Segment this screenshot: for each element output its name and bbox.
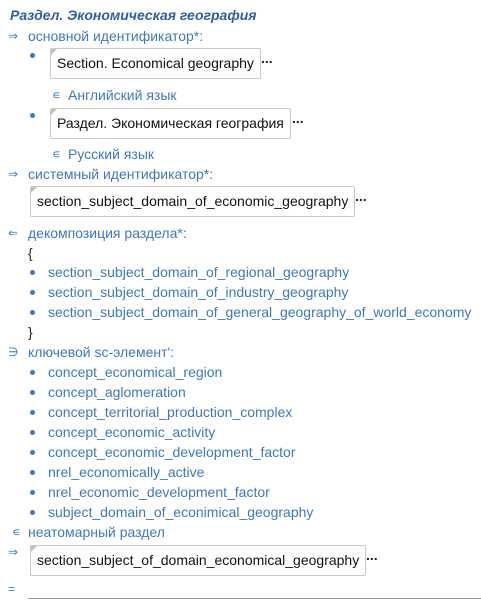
key-element-item[interactable]: subject_domain_of_econimical_geography [48, 504, 313, 520]
relation-arrow-icon: ⇒ [8, 545, 19, 559]
bullet-icon [30, 270, 35, 275]
non-atomic-section-link[interactable]: неатомарный раздел [28, 524, 165, 540]
bullet-icon [30, 113, 35, 118]
key-element-item[interactable]: nrel_economically_active [48, 464, 204, 480]
identifier-value-ru[interactable]: Раздел. Экономическая география [50, 108, 291, 139]
identifier-value-en[interactable]: Section. Economical geography [50, 48, 261, 79]
relation-arrow-icon: ⇒ [8, 29, 19, 43]
more-button[interactable]: ... [355, 188, 367, 204]
decomposition-label[interactable]: декомпозиция раздела*: [28, 225, 187, 241]
bullet-icon [30, 310, 35, 315]
bullet-icon [30, 370, 35, 375]
bullet-icon [30, 390, 35, 395]
decomposition-item[interactable]: section_subject_domain_of_general_geogra… [48, 304, 471, 320]
decomposition-item[interactable]: section_subject_domain_of_regional_geogr… [48, 264, 349, 280]
parent-section-value[interactable]: section_subject_of_domain_economical_geo… [30, 545, 367, 576]
key-element-item[interactable]: concept_aglomeration [48, 384, 186, 400]
bullet-icon [30, 53, 35, 58]
membership-icon: ∊ [52, 88, 61, 102]
key-element-item[interactable]: concept_economic_activity [48, 424, 215, 440]
open-brace: { [28, 245, 33, 261]
bullet-icon [30, 410, 35, 415]
decomposition-item[interactable]: section_subject_domain_of_industry_geogr… [48, 284, 348, 300]
bullet-icon [30, 490, 35, 495]
membership-icon: ∊ [52, 147, 61, 161]
key-element-label[interactable]: ключевой sc-элемент': [28, 344, 174, 360]
key-element-item[interactable]: concept_economical_region [48, 364, 222, 380]
bullet-icon [30, 470, 35, 475]
relation-arrow-left-icon: ⇐ [8, 226, 19, 240]
system-identifier-value[interactable]: section_subject_domain_of_economic_geogr… [30, 186, 356, 217]
bullet-icon [30, 450, 35, 455]
close-brace: } [28, 324, 33, 340]
bullet-icon [30, 430, 35, 435]
key-element-item[interactable]: nrel_economic_development_factor [48, 484, 270, 500]
main-identifier-label[interactable]: основной идентификатор*: [28, 28, 203, 44]
membership-icon: ∊ [12, 525, 21, 539]
divider [28, 598, 481, 599]
bullet-icon [30, 510, 35, 515]
bullet-icon [30, 290, 35, 295]
relation-arrow-icon: ⇒ [8, 167, 19, 181]
language-link-en[interactable]: Английский язык [68, 87, 177, 103]
page-title: Раздел. Экономическая география [10, 7, 257, 23]
key-element-item[interactable]: concept_territorial_production_complex [48, 404, 292, 420]
key-element-item[interactable]: concept_economic_development_factor [48, 444, 296, 460]
more-button[interactable]: ... [261, 50, 273, 66]
system-identifier-label[interactable]: системный идентификатор*: [28, 166, 213, 182]
language-link-ru[interactable]: Русский язык [68, 146, 154, 162]
more-button[interactable]: ... [366, 547, 378, 563]
more-button[interactable]: ... [292, 110, 304, 126]
contains-icon: ∋ [8, 345, 19, 359]
equals-icon: = [8, 582, 16, 596]
